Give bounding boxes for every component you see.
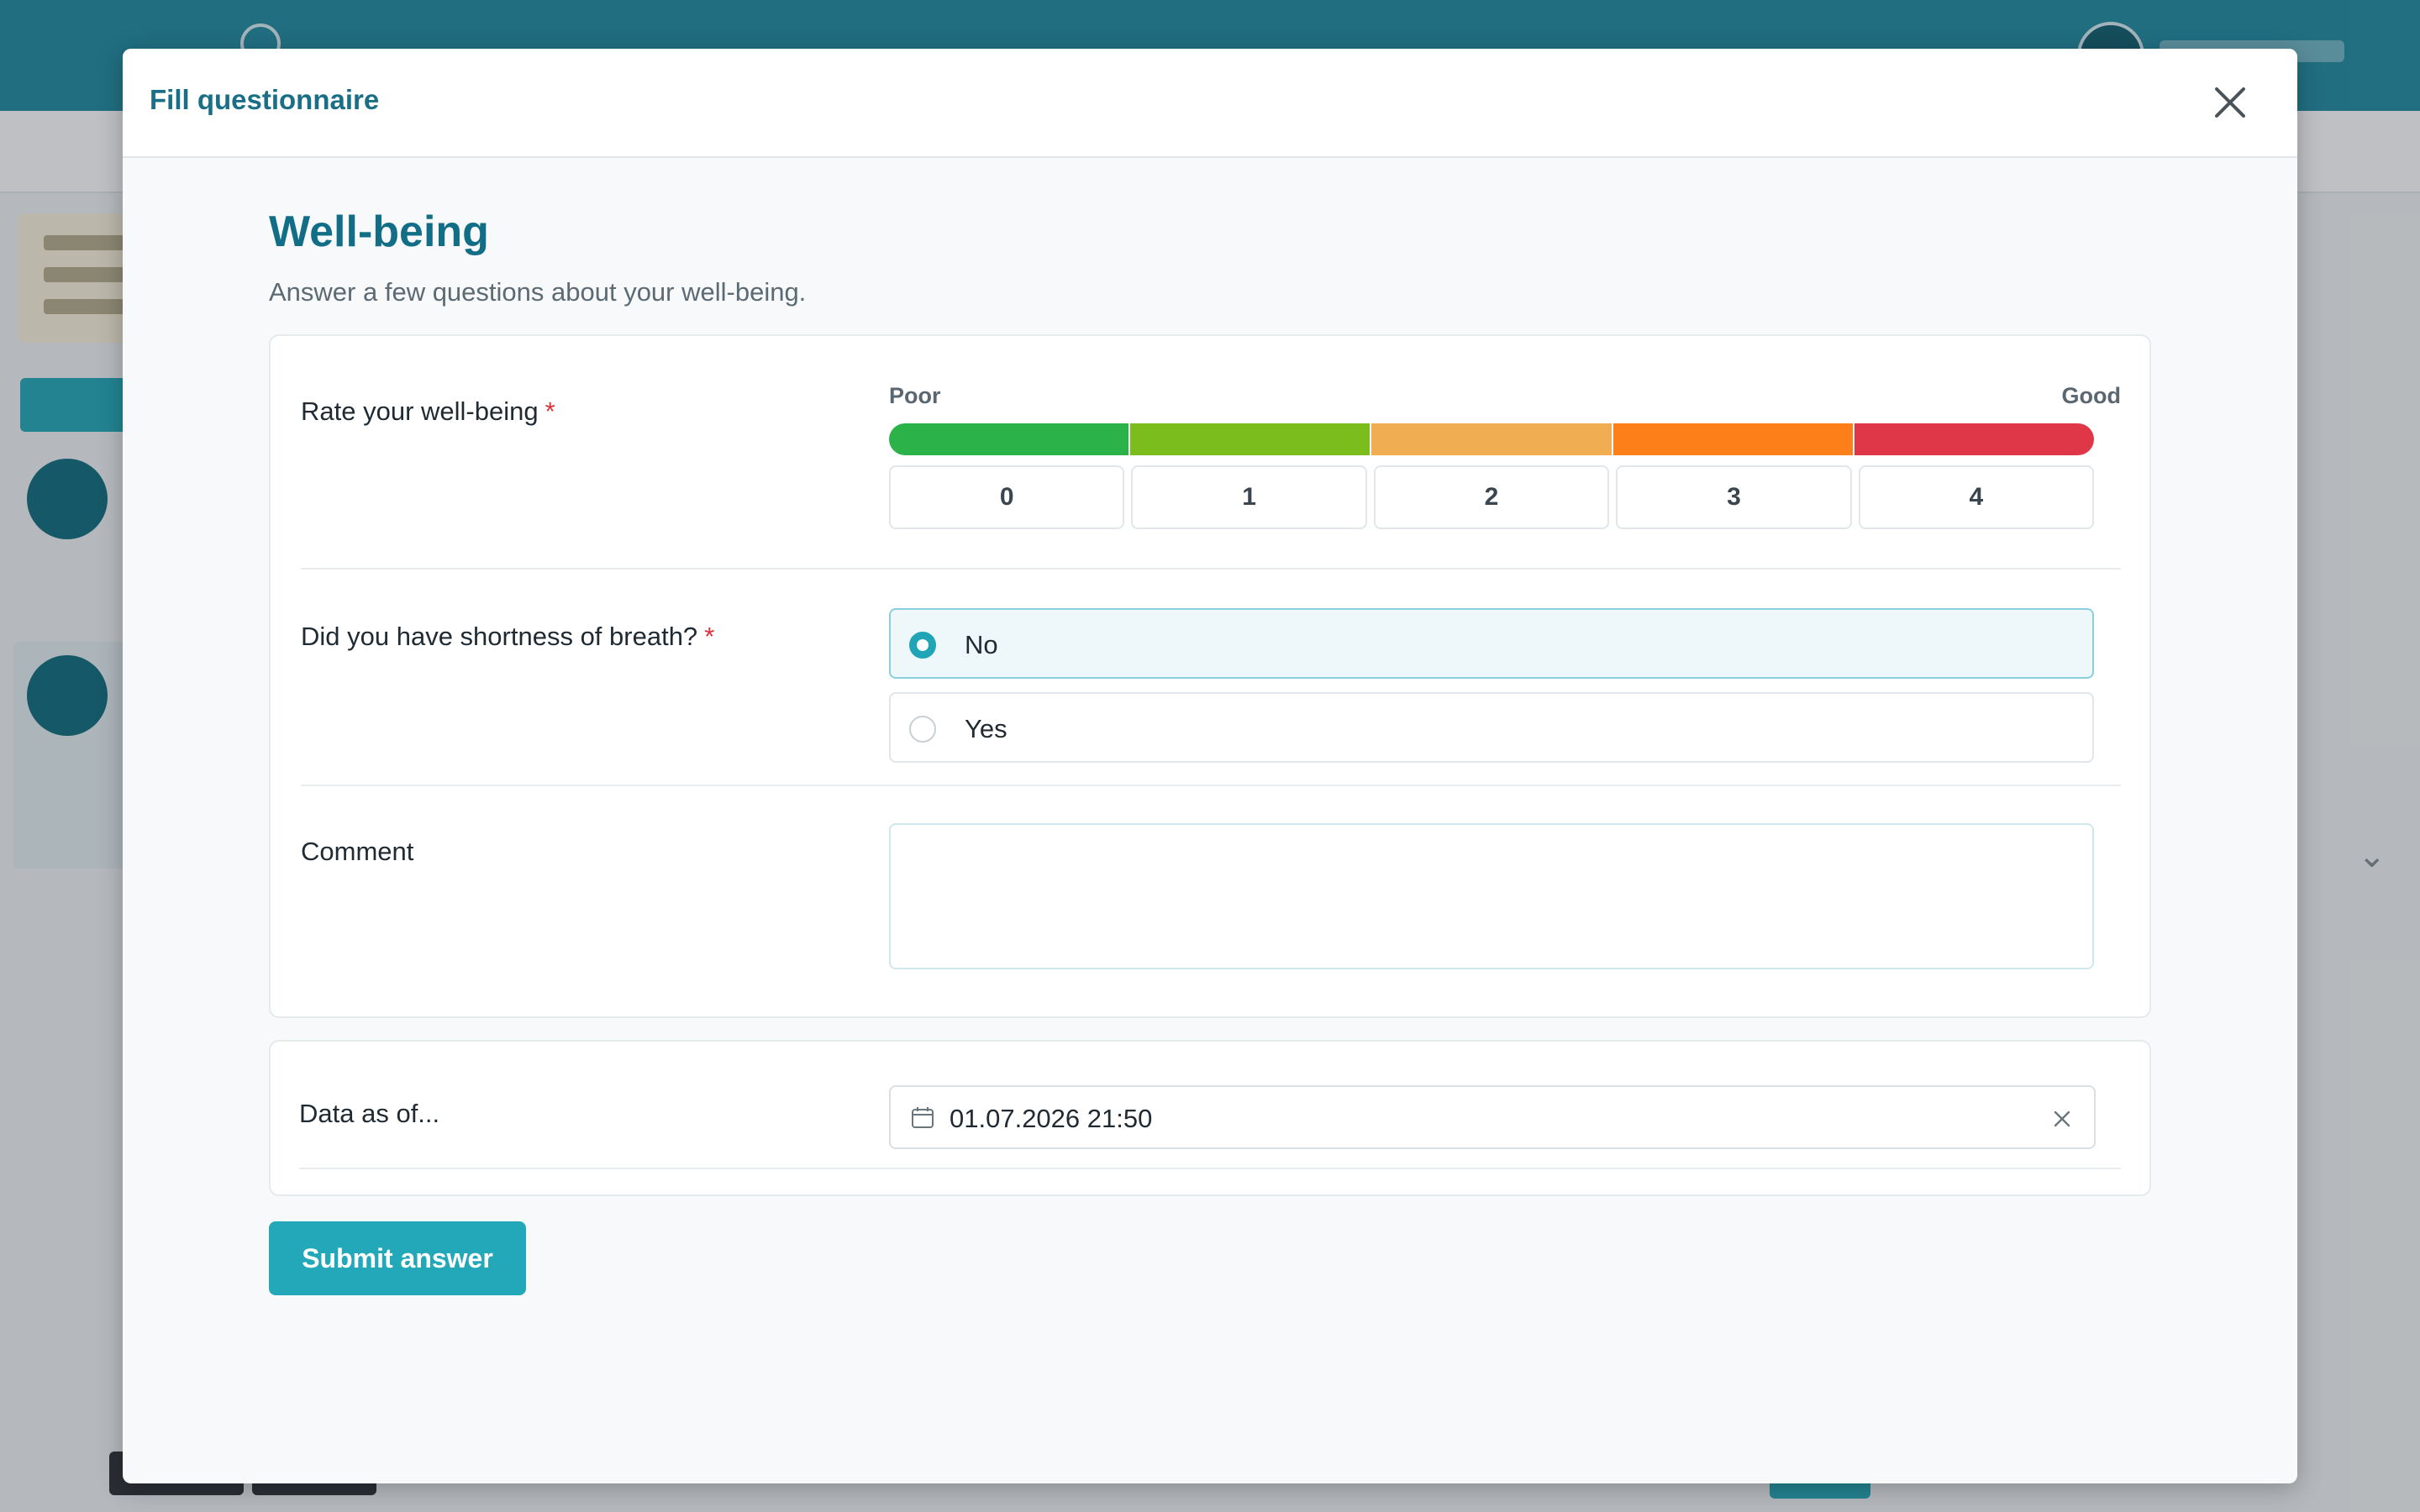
questions-card: Rate your well-being * Poor Good 0 1 2 3 … xyxy=(269,334,2151,1018)
divider xyxy=(299,1168,2121,1169)
scale-segment-0 xyxy=(889,423,1131,455)
data-as-of-label: Data as of... xyxy=(299,1099,440,1128)
rating-option-4[interactable]: 4 xyxy=(1858,465,2095,529)
data-as-of-card: Data as of... 01.07.2026 21:50 xyxy=(269,1040,2151,1196)
submit-answer-button[interactable]: Submit answer xyxy=(269,1221,526,1295)
option-label: Yes xyxy=(965,714,1007,743)
breath-option-yes[interactable]: Yes xyxy=(889,692,2094,763)
scale-segment-4 xyxy=(1854,423,2094,455)
rating-question-text: Rate your well-being xyxy=(301,396,539,426)
breath-question-text: Did you have shortness of breath? xyxy=(301,622,698,651)
close-icon[interactable] xyxy=(2207,79,2254,126)
scale-segment-2 xyxy=(1371,423,1613,455)
modal-header: Fill questionnaire xyxy=(123,49,2297,158)
divider xyxy=(301,568,2121,570)
scale-segment-1 xyxy=(1130,423,1372,455)
required-mark: * xyxy=(544,396,555,426)
radio-button[interactable] xyxy=(909,716,936,743)
rating-option-2[interactable]: 2 xyxy=(1373,465,1610,529)
comment-textarea[interactable] xyxy=(889,823,2094,969)
questionnaire-title: Well-being xyxy=(269,207,489,256)
comment-label: Comment xyxy=(301,837,414,866)
required-mark: * xyxy=(704,622,715,651)
date-time-input[interactable]: 01.07.2026 21:50 xyxy=(889,1085,2096,1149)
rating-option-0[interactable]: 0 xyxy=(889,465,1125,529)
rating-options: 0 1 2 3 4 xyxy=(889,465,2095,529)
divider xyxy=(301,785,2121,786)
option-label: No xyxy=(965,630,998,659)
calendar-icon xyxy=(912,1107,934,1128)
scale-segment-3 xyxy=(1612,423,1854,455)
scale-low-label: Poor xyxy=(889,383,941,408)
radio-button-checked[interactable] xyxy=(909,632,936,659)
questionnaire-description: Answer a few questions about your well-b… xyxy=(269,277,807,307)
scale-high-label: Good xyxy=(2061,383,2121,408)
rating-option-1[interactable]: 1 xyxy=(1131,465,1367,529)
modal-title: Fill questionnaire xyxy=(150,84,380,115)
breath-option-no[interactable]: No xyxy=(889,608,2094,679)
rating-question-label: Rate your well-being * xyxy=(301,396,555,427)
questionnaire-modal: Fill questionnaire Well-being Answer a f… xyxy=(123,49,2297,1483)
clear-icon[interactable] xyxy=(2050,1107,2074,1131)
rating-option-3[interactable]: 3 xyxy=(1616,465,1852,529)
breath-question-label: Did you have shortness of breath? * xyxy=(301,622,714,652)
date-value: 01.07.2026 21:50 xyxy=(950,1104,1153,1133)
rating-color-scale xyxy=(889,423,2094,455)
